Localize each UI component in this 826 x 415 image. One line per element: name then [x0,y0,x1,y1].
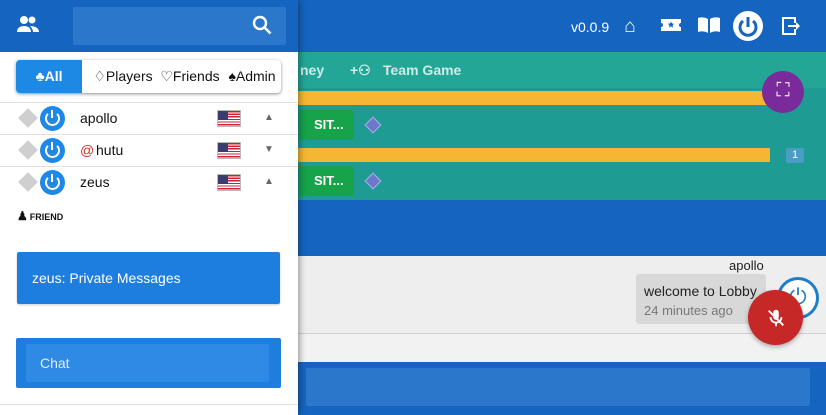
user-row-zeus[interactable]: zeus ▲ [0,166,298,198]
user-row-hutu[interactable]: @ hutu ▼ [0,134,298,166]
message-author: apollo [729,258,764,273]
book-icon[interactable] [696,13,722,39]
diamond-icon [18,172,38,192]
ticket-icon[interactable] [658,13,684,39]
search-icon[interactable] [250,13,276,39]
message-bubble: welcome to Lobby 24 minutes ago [636,274,766,324]
home-icon[interactable]: ⌂ [617,14,643,40]
chat-panel [16,338,281,388]
filter-friends[interactable]: ♡Friends [154,60,226,93]
user-filter-group: ♣All ♢Players ♡Friends ♠Admin [16,60,281,93]
player-count-badge: 1 [786,148,804,163]
us-flag-icon [217,174,241,191]
user-list: apollo ▲ @ hutu ▼ zeus ▲ [0,102,298,198]
tab-tourney[interactable]: ney [300,62,324,78]
power-icon[interactable] [732,10,764,42]
tab-team-game[interactable]: Team Game [383,62,461,78]
chat-input[interactable] [26,344,269,382]
logout-icon[interactable] [777,14,803,40]
private-messages-button[interactable]: zeus: Private Messages [17,252,280,304]
filter-admin[interactable]: ♠Admin [221,60,281,93]
divider [0,404,298,405]
filter-all[interactable]: ♣All [16,60,82,93]
sit-button[interactable]: SIT... [299,166,354,196]
table-progress-bar [298,148,770,162]
filter-players[interactable]: ♢Players [85,60,161,93]
sit-button[interactable]: SIT... [299,110,354,140]
mic-off-icon [765,306,787,328]
diamond-icon [18,140,38,160]
people-icon [15,14,41,38]
us-flag-icon [217,110,241,127]
power-icon [40,106,65,131]
user-drawer: ♣All ♢Players ♡Friends ♠Admin apollo ▲ @… [0,0,298,415]
fullscreen-button[interactable]: ⛶ [762,71,804,113]
user-row-apollo[interactable]: apollo ▲ [0,102,298,134]
friend-label: FRIEND [29,212,64,222]
friend-tag[interactable]: ♟ FRIEND [17,209,63,223]
chevron-up-icon[interactable]: ▲ [262,111,276,125]
add-friend-icon: ♟ [17,209,28,223]
team-add-icon: +⚇ [350,62,371,78]
footer-input[interactable] [306,368,810,406]
us-flag-icon [217,142,241,159]
diamond-icon [18,108,38,128]
table-progress-bar [298,91,768,105]
power-icon [40,170,65,195]
power-icon [40,138,65,163]
mention-icon: @ [80,142,95,158]
app-root: v0.0.9 ⌂ ney +⚇ Team Game SIT... 1 SIT..… [0,0,826,415]
user-name: hutu [96,142,124,158]
fullscreen-icon: ⛶ [776,80,790,101]
message-time: 24 minutes ago [644,303,733,318]
message-text: welcome to Lobby [644,283,757,299]
user-name: apollo [80,110,118,126]
chevron-up-icon[interactable]: ▲ [262,175,276,189]
user-name: zeus [80,174,110,190]
version-label: v0.0.9 [571,19,610,35]
chevron-down-icon[interactable]: ▼ [262,143,276,157]
mute-mic-button[interactable] [748,290,803,345]
